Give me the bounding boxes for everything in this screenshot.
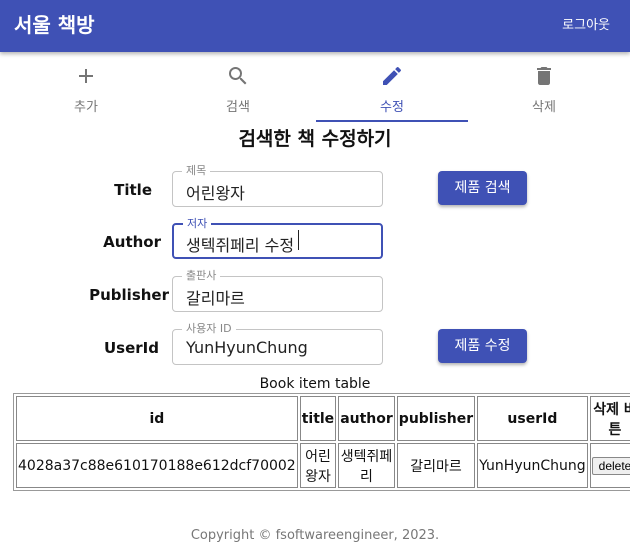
bottom-navigation: 추가 검색 수정 삭제 (10, 58, 620, 122)
page-title: 검색한 책 수정하기 (238, 128, 392, 150)
tab-delete[interactable]: 삭제 (468, 58, 620, 120)
app-bar: 서울 책방 로그아웃 (0, 0, 630, 52)
product-search-button[interactable]: 제품 검색 (438, 171, 527, 205)
tab-search-label: 검색 (226, 100, 250, 115)
title-field-value: 어린왕자 (186, 184, 245, 203)
header-author: author (338, 396, 395, 441)
cell-action: delete (589, 443, 630, 488)
header-id: id (16, 396, 298, 441)
table-header-row: id title author publisher userId 삭제 버튼 (16, 396, 630, 441)
publisher-field-value: 갈리마르 (186, 289, 245, 308)
app-title: 서울 책방 (14, 13, 95, 37)
header-delete: 삭제 버튼 (589, 396, 630, 441)
search-icon (229, 67, 247, 85)
logout-button[interactable]: 로그아웃 (562, 14, 610, 33)
title-field[interactable]: 제목 어린왕자 (172, 164, 383, 207)
tab-edit-label: 수정 (380, 100, 404, 115)
cell-userid: YunHyunChung (477, 443, 588, 488)
cell-title: 어린왕자 (299, 443, 337, 488)
userid-field-legend: 사용자 ID (182, 322, 236, 336)
author-label: Author (103, 233, 161, 251)
text-caret (298, 230, 299, 250)
product-update-button[interactable]: 제품 수정 (438, 329, 527, 363)
tab-add-label: 추가 (74, 100, 98, 115)
cell-publisher: 갈리마르 (396, 443, 476, 488)
title-field-legend: 제목 (182, 164, 211, 178)
title-label: Title (114, 181, 152, 199)
tab-edit[interactable]: 수정 (316, 58, 468, 122)
delete-button[interactable]: delete (591, 456, 630, 475)
tab-search[interactable]: 검색 (162, 58, 314, 120)
header-userid: userId (477, 396, 588, 441)
publisher-field[interactable]: 출판사 갈리마르 (172, 269, 383, 312)
tab-delete-label: 삭제 (532, 100, 556, 115)
author-field-value: 생텍쥐페리 수정 (186, 236, 295, 255)
author-field-legend: 저자 (183, 217, 212, 231)
cell-id: 4028a37c88e610170188e612dcf70002 (16, 443, 298, 488)
edit-icon (383, 66, 402, 85)
plus-icon (79, 69, 93, 83)
cell-author: 생텍쥐페리 (338, 443, 395, 488)
header-publisher: publisher (396, 396, 476, 441)
book-table: id title author publisher userId 삭제 버튼 4… (13, 393, 630, 491)
trash-icon (537, 67, 551, 85)
publisher-field-legend: 출판사 (182, 269, 221, 283)
header-title: title (299, 396, 337, 441)
author-field[interactable]: 저자 생텍쥐페리 수정 (172, 217, 383, 259)
publisher-label: Publisher (89, 286, 169, 304)
userid-label: UserId (104, 339, 159, 357)
userid-field[interactable]: 사용자 ID YunHyunChung (172, 322, 383, 365)
table-caption: Book item table (259, 376, 371, 392)
tab-add[interactable]: 추가 (10, 58, 162, 120)
footer-copyright: Copyright © fsoftwareengineer, 2023. (190, 528, 440, 543)
table-row: 4028a37c88e610170188e612dcf70002 어린왕자 생텍… (16, 443, 630, 488)
userid-field-value: YunHyunChung (186, 338, 308, 357)
